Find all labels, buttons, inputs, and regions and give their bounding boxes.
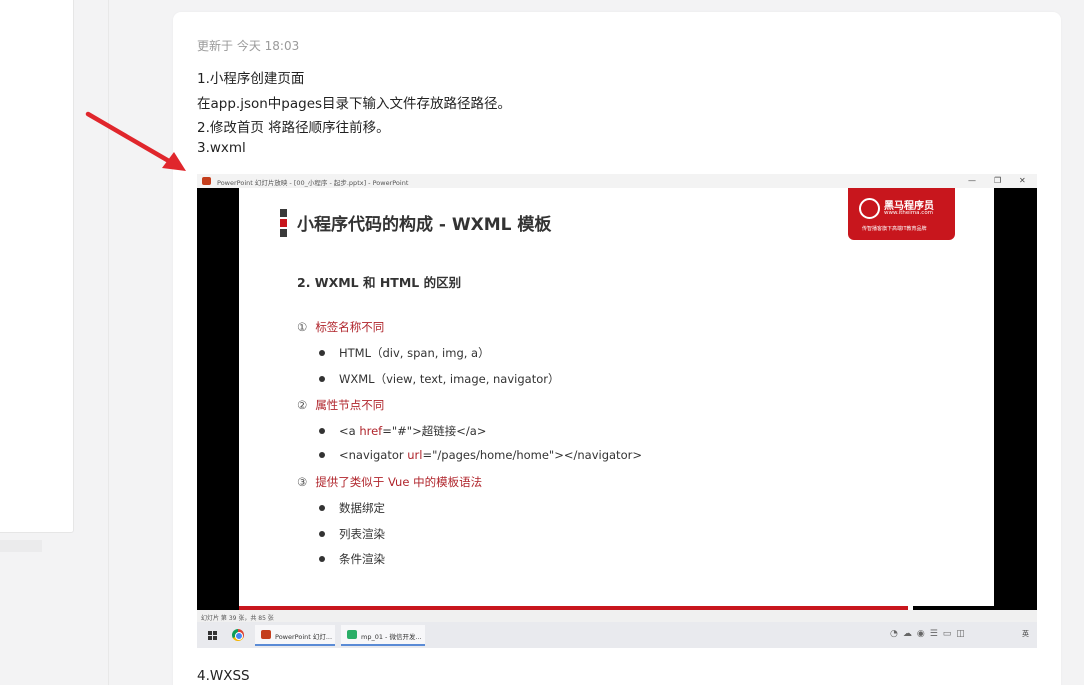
slide: 小程序代码的构成 - WXML 模板 黑马程序员 www.itheima.com…	[239, 188, 994, 620]
brand-slogan: 传智播客旗下高端IT教育品牌	[862, 226, 927, 232]
bullet-item: HTML（div, span, img, a）	[319, 345, 490, 361]
bullet-item: <navigator url="/pages/home/home"></navi…	[319, 448, 642, 462]
taskbar-app-powerpoint[interactable]: PowerPoint 幻灯...	[255, 625, 335, 646]
note-line-4: 3.wxml	[197, 140, 246, 156]
bullet-item: 条件渲染	[319, 551, 385, 567]
left-list-panel	[0, 0, 74, 533]
annotation-arrow-icon	[85, 111, 186, 171]
brand-url: www.itheima.com	[884, 210, 934, 216]
minimize-icon[interactable]: —	[968, 176, 976, 185]
brand-logo-icon	[859, 198, 880, 219]
ppt-window-title: PowerPoint 幻灯片放映 - [00_小程序 - 起步.pptx] - …	[217, 179, 409, 187]
updated-time: 更新于 今天 18:03	[197, 39, 300, 53]
ppt-window-titlebar: PowerPoint 幻灯片放映 - [00_小程序 - 起步.pptx] - …	[197, 174, 1037, 188]
section-3-number: ③	[297, 475, 308, 489]
powerpoint-icon	[261, 630, 271, 639]
restore-icon[interactable]: ❐	[994, 176, 1001, 185]
close-icon[interactable]: ✕	[1019, 176, 1026, 185]
system-tray-icons[interactable]: ◔☁◉☰▭◫	[890, 629, 970, 639]
windows-taskbar: PowerPoint 幻灯... mp_01 - 微信开发... ◔☁◉☰▭◫ …	[197, 622, 1037, 648]
section-2-number: ②	[297, 398, 308, 412]
note-line-1: 1.小程序创建页面	[197, 71, 305, 87]
taskbar-app-wechat-devtools[interactable]: mp_01 - 微信开发...	[341, 625, 425, 646]
bullet-item: WXML（view, text, image, navigator）	[319, 371, 559, 387]
windows-start-icon[interactable]	[208, 631, 217, 640]
section-3-label: 提供了类似于 Vue 中的模板语法	[315, 475, 483, 489]
slide-counter: 幻灯片 第 39 张，共 85 张	[201, 615, 274, 622]
note-line-3: 2.修改首页 将路径顺序往前移。	[197, 120, 390, 136]
note-line-5: 4.WXSS	[197, 668, 250, 684]
column-divider	[108, 0, 109, 685]
embedded-screenshot: PowerPoint 幻灯片放映 - [00_小程序 - 起步.pptx] - …	[197, 174, 1037, 648]
section-3-title: ③ 提供了类似于 Vue 中的模板语法	[297, 474, 482, 490]
brand-badge: 黑马程序员 www.itheima.com 传智播客旗下高端IT教育品牌	[848, 188, 955, 240]
slide-subheading: 2. WXML 和 HTML 的区别	[297, 275, 462, 290]
section-1-number: ①	[297, 320, 308, 334]
note-line-2: 在app.json中pages目录下输入文件存放路径路径。	[197, 96, 512, 112]
title-marker-icon	[280, 209, 287, 237]
section-2-title: ② 属性节点不同	[297, 397, 384, 413]
left-panel-shadow	[0, 540, 42, 552]
powerpoint-icon	[202, 177, 211, 185]
section-1-label: 标签名称不同	[315, 320, 385, 334]
ppt-statusbar: 幻灯片 第 39 张，共 85 张	[197, 610, 1037, 622]
input-method-indicator[interactable]: 英	[1022, 629, 1029, 639]
wechat-devtools-icon	[347, 630, 357, 639]
slide-title: 小程序代码的构成 - WXML 模板	[297, 215, 552, 235]
section-1-title: ① 标签名称不同	[297, 319, 384, 335]
chrome-icon[interactable]	[232, 629, 244, 641]
bullet-item: <a href="#">超链接</a>	[319, 423, 486, 439]
bullet-item: 数据绑定	[319, 500, 385, 516]
bullet-item: 列表渲染	[319, 526, 385, 542]
section-2-label: 属性节点不同	[315, 398, 385, 412]
